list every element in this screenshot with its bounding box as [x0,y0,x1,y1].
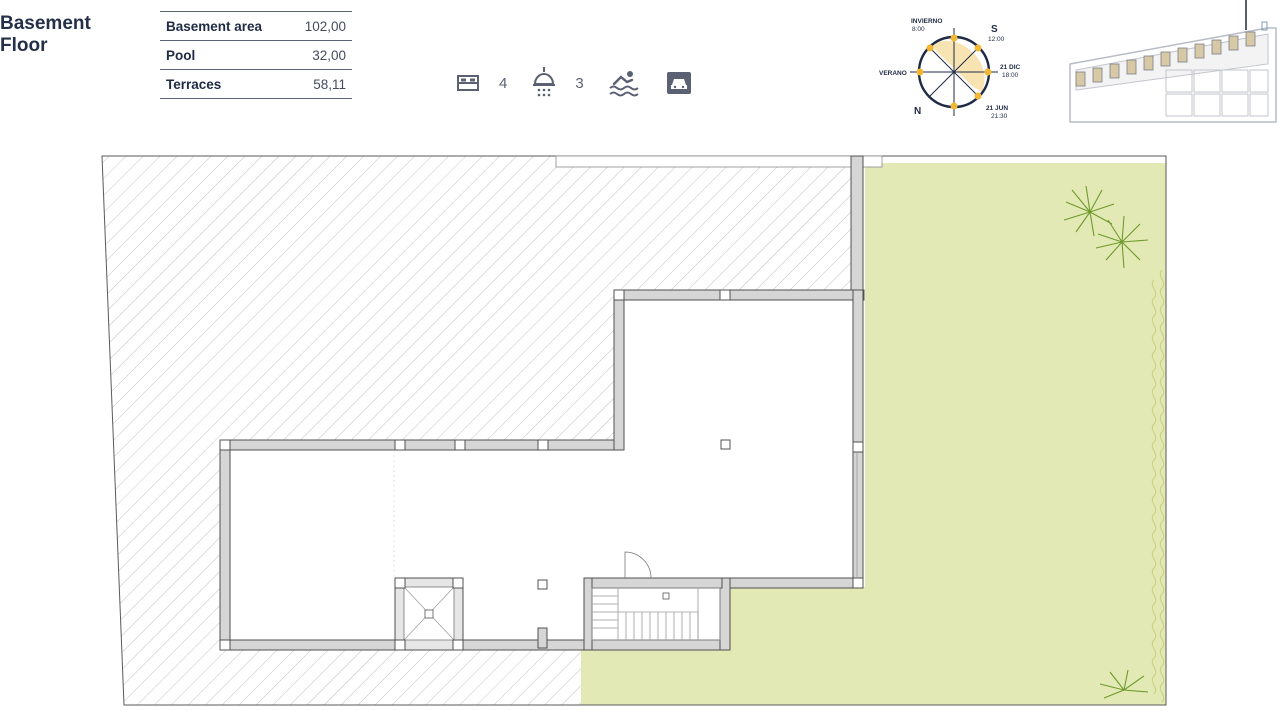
table-row: Terraces 58,11 [160,69,352,99]
table-row: Basement area 102,00 [160,11,352,41]
bed-icon [455,73,481,93]
table-row: Pool 32,00 [160,40,352,70]
area-value: 32,00 [288,40,352,70]
shower-icon [531,66,557,100]
swimming-pool-icon [608,68,640,98]
location-key-plan [1069,0,1277,123]
dic-label: 21 DIC [1000,64,1021,71]
sun-compass: INVIERNO 8:00 S 12:00 VERANO 21 DIC 18:0… [879,18,1021,120]
title-line-2: Floor [0,35,48,56]
areas-table: Basement area 102,00 Pool 32,00 Terraces… [160,11,352,99]
jun-label: 21 JUN [986,105,1008,112]
north-label: N [914,106,921,117]
area-value: 102,00 [288,11,352,41]
boundary-wall [850,155,864,293]
area-label: Basement area [160,11,289,41]
bathrooms-count: 3 [575,74,584,92]
invierno-time: 8:00 [912,26,925,33]
invierno-label: INVIERNO [911,18,942,25]
page-title: Basement Floor [0,13,91,57]
compass-diagram [910,28,998,116]
verano-label: VERANO [879,70,907,77]
south-label: S [991,24,998,35]
area-label: Pool [160,40,289,70]
dic-time: 18:00 [1002,72,1019,79]
light-well [394,577,464,651]
bedrooms-count: 4 [499,74,508,92]
features-bar: 4 3 [455,64,692,102]
title-line-1: Basement [0,13,91,34]
area-value: 58,11 [288,69,352,99]
boundary-strip [555,155,883,168]
floor-plan [101,155,1167,706]
south-time: 12:00 [988,36,1005,43]
garage-icon [666,71,692,95]
jun-time: 21:30 [991,113,1008,120]
area-label: Terraces [160,69,289,99]
